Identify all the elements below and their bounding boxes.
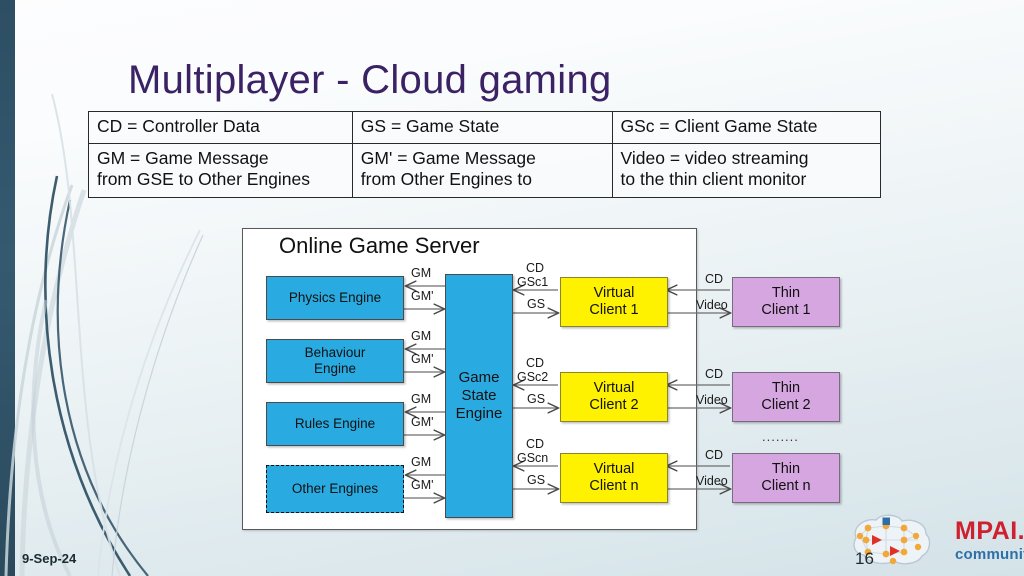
page-number: 16: [855, 549, 874, 568]
thin-client-n-box: Thin Client n: [732, 453, 840, 503]
virtual-client-2-box: Virtual Client 2: [560, 372, 668, 422]
video-label-tc2: Video: [696, 393, 728, 407]
game-state-engine-label: Game State Engine: [455, 369, 503, 422]
other-engines-box: Other Engines: [266, 465, 404, 513]
gs-label-vc1: GS: [527, 297, 546, 311]
video-label-tcn: Video: [696, 474, 728, 488]
thin-client-ellipsis: ........: [762, 429, 799, 444]
gsc2-label: GSc2: [517, 370, 549, 384]
gm-prime-label-physics: GM': [411, 289, 434, 303]
cd-label-tc2: CD: [705, 367, 724, 381]
gsc1-label: GSc1: [517, 275, 549, 289]
thin-client-1-label: Thin Client 1: [761, 285, 811, 318]
cd-label-tcn: CD: [705, 448, 724, 462]
mpai-logo-tagline: community: [955, 546, 1024, 563]
other-engines-label: Other Engines: [291, 481, 379, 496]
cd-label-vc2: CD: [526, 356, 545, 370]
slide-date: 9-Sep-24: [22, 551, 77, 566]
behaviour-engine-label: Behaviour Engine: [304, 345, 366, 376]
gm-prime-label-behaviour: GM': [411, 352, 434, 366]
thin-client-2-box: Thin Client 2: [732, 372, 840, 422]
cloud-gaming-diagram: Online Game Server Physics Engine Behavi…: [0, 0, 1024, 576]
gm-prime-label-rules: GM': [411, 415, 434, 429]
slide-canvas: Multiplayer - Cloud gaming CD = Controll…: [0, 0, 1024, 576]
cd-label-vc1: CD: [526, 261, 545, 275]
virtual-client-2-label: Virtual Client 2: [589, 380, 639, 413]
gm-label-physics: GM: [411, 266, 432, 280]
physics-engine-box: Physics Engine: [266, 276, 404, 320]
gm-label-other: GM: [411, 455, 432, 469]
video-label-tc1: Video: [696, 298, 728, 312]
mpai-logo-wordmark: MPAI.: [955, 517, 1024, 545]
virtual-client-1-label: Virtual Client 1: [589, 285, 639, 318]
thin-client-2-label: Thin Client 2: [761, 380, 811, 413]
online-game-server-title: Online Game Server: [279, 233, 480, 258]
virtual-client-n-box: Virtual Client n: [560, 453, 668, 503]
game-state-engine-box: Game State Engine: [445, 274, 513, 518]
thin-client-1-box: Thin Client 1: [732, 277, 840, 327]
gm-label-rules: GM: [411, 392, 432, 406]
behaviour-engine-box: Behaviour Engine: [266, 339, 404, 383]
cd-label-vcn: CD: [526, 437, 545, 451]
thin-client-n-label: Thin Client n: [761, 461, 811, 494]
gm-prime-label-other: GM': [411, 478, 434, 492]
cd-label-tc1: CD: [705, 272, 724, 286]
physics-engine-label: Physics Engine: [288, 290, 382, 305]
virtual-client-1-box: Virtual Client 1: [560, 277, 668, 327]
gs-label-vcn: GS: [527, 473, 546, 487]
virtual-client-n-label: Virtual Client n: [589, 461, 639, 494]
gm-label-behaviour: GM: [411, 329, 432, 343]
rules-engine-box: Rules Engine: [266, 402, 404, 446]
rules-engine-label: Rules Engine: [294, 416, 376, 431]
gscn-label: GScn: [517, 451, 549, 465]
gs-label-vc2: GS: [527, 392, 546, 406]
